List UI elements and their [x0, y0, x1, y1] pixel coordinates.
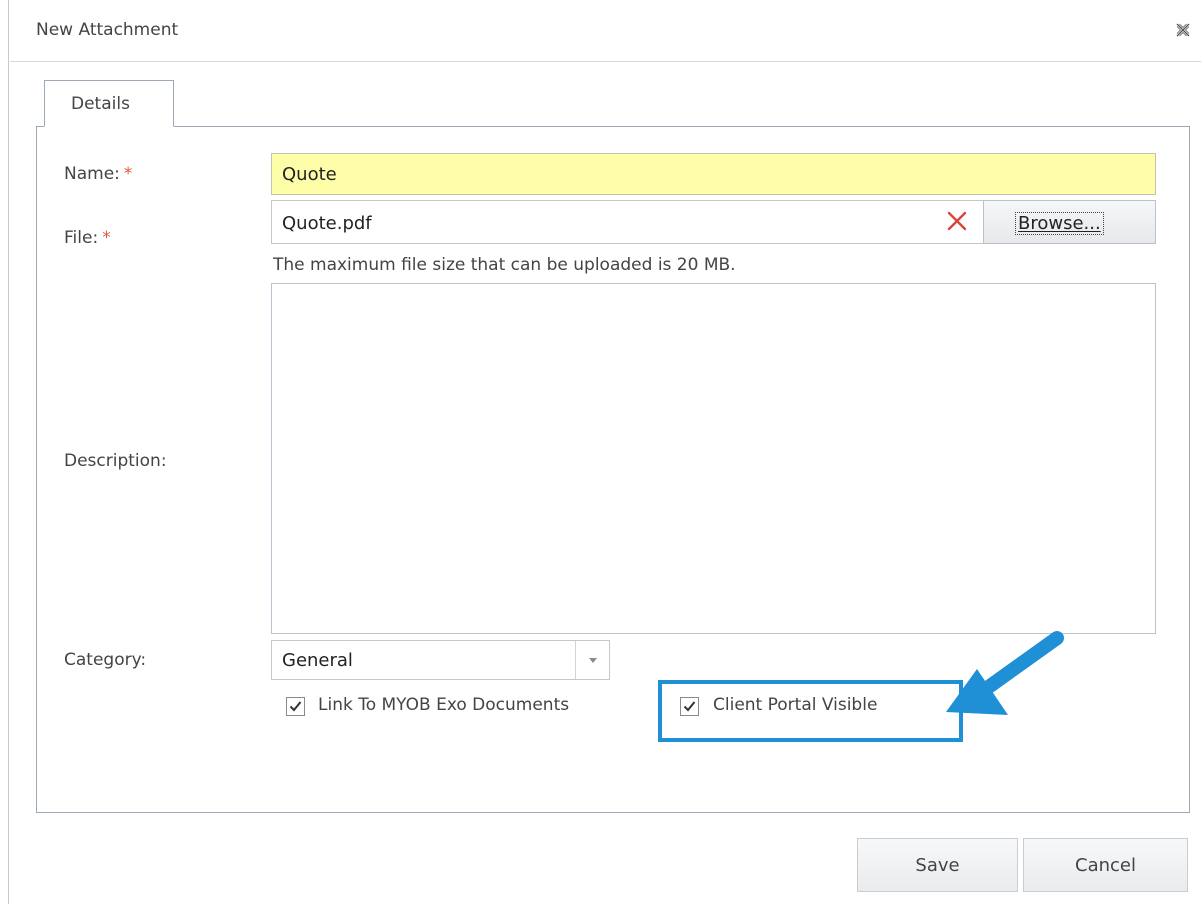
arrow-annotation-icon: [946, 631, 1064, 715]
save-button[interactable]: Save: [857, 838, 1018, 892]
file-input[interactable]: Quote.pdf: [271, 200, 984, 244]
checkmark-icon: [289, 701, 302, 712]
file-name-value: Quote.pdf: [282, 213, 372, 234]
name-input-value: Quote: [282, 164, 337, 185]
window-left-edge: [0, 0, 9, 904]
name-label: Name: *: [64, 164, 132, 184]
category-dropdown-button[interactable]: [575, 641, 609, 679]
category-label: Category:: [64, 650, 147, 670]
file-required-marker: *: [102, 228, 111, 248]
description-textarea[interactable]: [271, 283, 1156, 634]
name-label-text: Name:: [64, 164, 120, 184]
name-input[interactable]: Quote: [271, 153, 1156, 195]
browse-button-label: Browse...: [1015, 212, 1104, 235]
save-button-label: Save: [915, 855, 960, 876]
link-myob-checkbox-label: Link To MYOB Exo Documents: [318, 695, 570, 715]
clear-x-icon[interactable]: [946, 210, 968, 232]
highlight-box: [658, 680, 963, 742]
category-select-value: General: [282, 650, 353, 671]
close-icon[interactable]: [1175, 22, 1191, 38]
file-label-text: File:: [64, 228, 99, 248]
description-label: Description:: [64, 451, 167, 471]
cancel-button[interactable]: Cancel: [1023, 838, 1188, 892]
tab-details-label: Details: [71, 94, 130, 114]
link-myob-checkbox[interactable]: [286, 697, 305, 716]
dialog-titlebar: New Attachment: [10, 0, 1201, 62]
file-size-hint: The maximum file size that can be upload…: [273, 255, 736, 275]
dialog-title: New Attachment: [36, 20, 179, 40]
chevron-down-icon: [589, 658, 597, 663]
category-select[interactable]: General: [271, 640, 610, 680]
tab-details[interactable]: Details: [44, 80, 174, 127]
browse-button[interactable]: Browse...: [983, 200, 1156, 244]
file-label: File: *: [64, 228, 111, 248]
cancel-button-label: Cancel: [1075, 855, 1136, 876]
name-required-marker: *: [123, 164, 133, 184]
